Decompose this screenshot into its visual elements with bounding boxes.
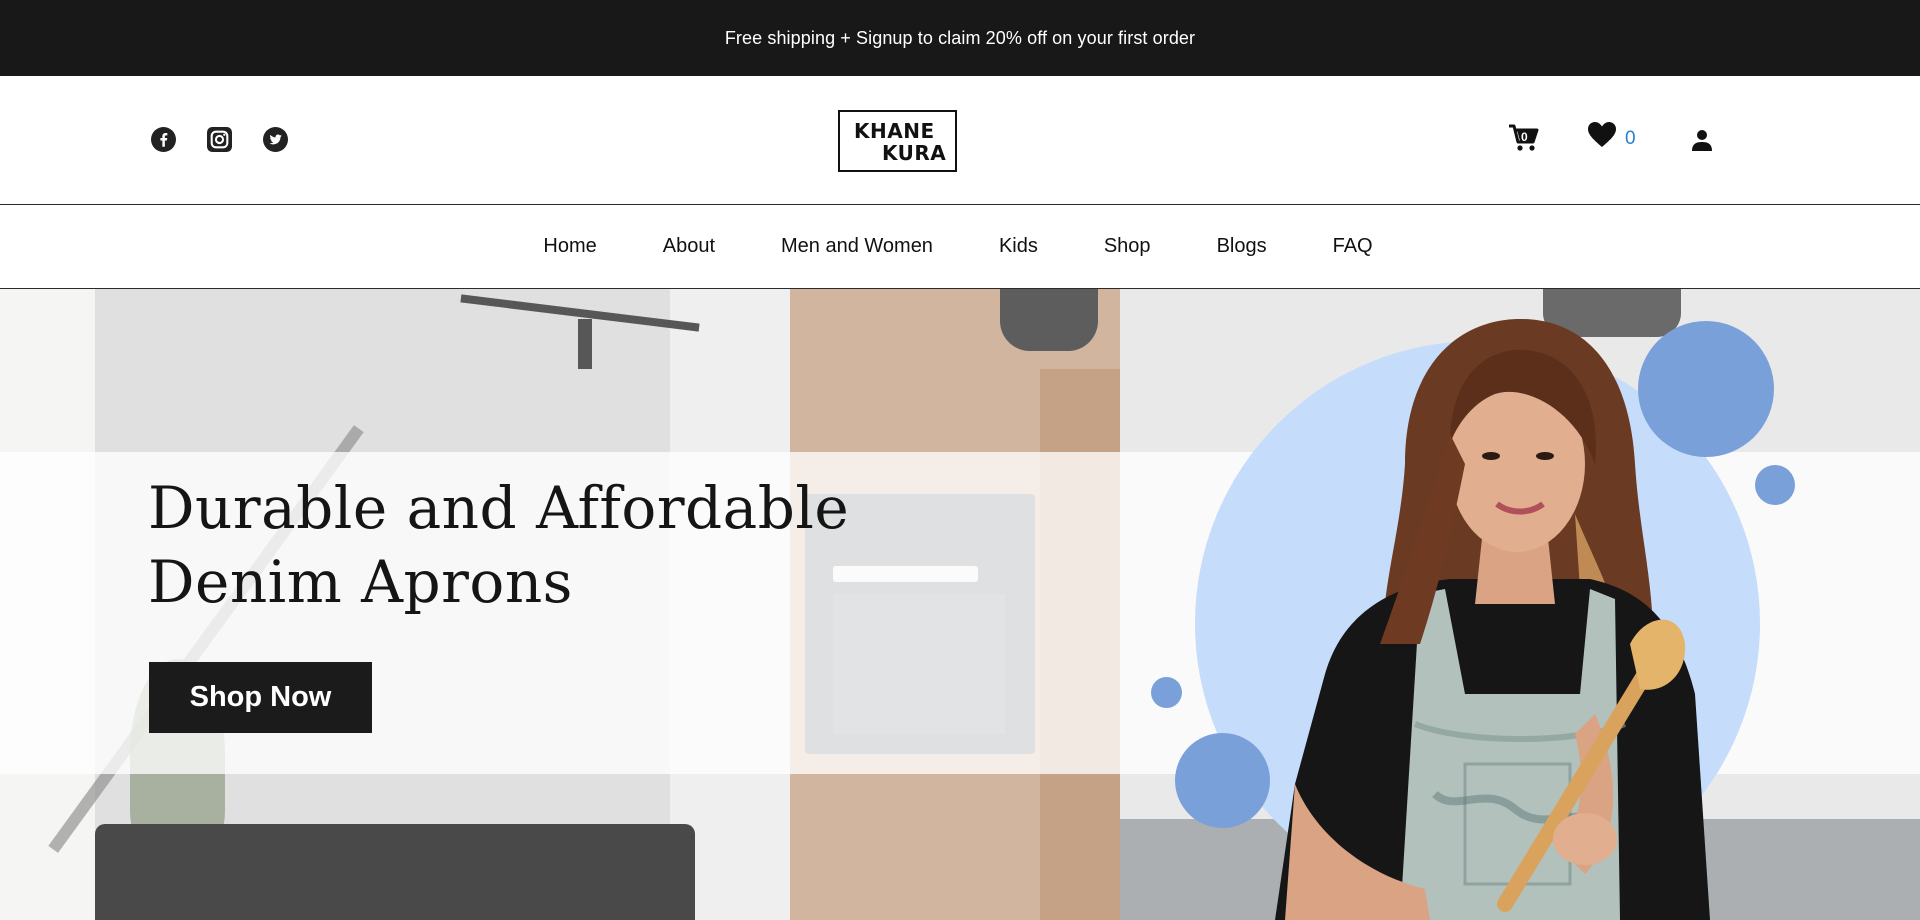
logo-line-2: KURA bbox=[882, 141, 947, 165]
announcement-text: Free shipping + Signup to claim 20% off … bbox=[724, 27, 1196, 48]
social-links bbox=[151, 127, 288, 152]
nav-item-home[interactable]: Home bbox=[543, 235, 596, 258]
hero-title-line-2: Denim Aprons bbox=[148, 548, 573, 616]
announcement-bar: Free shipping + Signup to claim 20% off … bbox=[0, 0, 1920, 76]
nav-item-shop[interactable]: Shop bbox=[1104, 235, 1151, 258]
main-nav: Home About Men and Women Kids Shop Blogs… bbox=[0, 205, 1920, 289]
nav-item-kids[interactable]: Kids bbox=[999, 235, 1038, 258]
cart-button[interactable]: 0 bbox=[1507, 120, 1541, 154]
facebook-icon[interactable] bbox=[151, 127, 176, 152]
wishlist-count: 0 bbox=[1625, 128, 1636, 149]
user-icon bbox=[1692, 130, 1712, 151]
decorative-circle bbox=[1151, 677, 1182, 708]
wishlist-button[interactable]: 0 bbox=[1588, 122, 1636, 150]
hero-banner: Durable and Affordable Denim Aprons Shop… bbox=[0, 289, 1920, 920]
cart-count: 0 bbox=[1521, 130, 1528, 144]
account-button[interactable] bbox=[1690, 128, 1714, 152]
site-logo[interactable]: KHANE KURA bbox=[838, 110, 957, 172]
twitter-icon[interactable] bbox=[263, 127, 288, 152]
hero-title-line-1: Durable and Affordable bbox=[148, 474, 850, 542]
heart-icon bbox=[1588, 122, 1616, 147]
nav-item-men-and-women[interactable]: Men and Women bbox=[781, 235, 933, 258]
instagram-icon[interactable] bbox=[207, 127, 232, 152]
nav-item-about[interactable]: About bbox=[663, 235, 715, 258]
hero-title: Durable and Affordable Denim Aprons bbox=[148, 471, 908, 619]
site-header: KHANE KURA 0 0 bbox=[0, 76, 1920, 205]
logo-line-1: KHANE bbox=[854, 119, 935, 143]
shop-now-button[interactable]: Shop Now bbox=[149, 662, 372, 733]
nav-item-blogs[interactable]: Blogs bbox=[1217, 235, 1267, 258]
model-photo bbox=[1255, 314, 1735, 920]
nav-item-faq[interactable]: FAQ bbox=[1333, 235, 1373, 258]
decorative-circle bbox=[1755, 465, 1795, 505]
